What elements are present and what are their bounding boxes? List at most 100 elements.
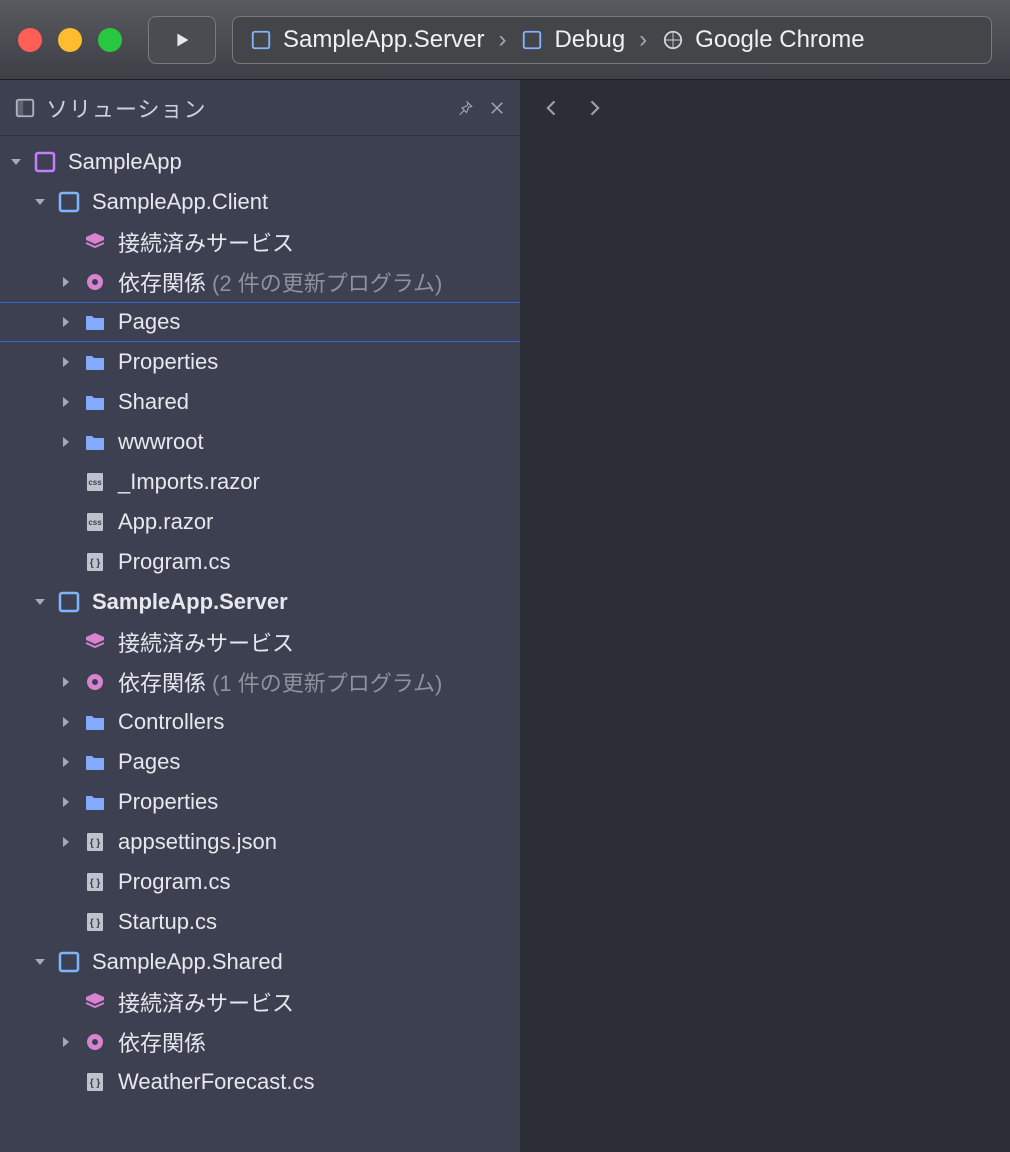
chevron-down-icon[interactable] [30,192,50,212]
nav-forward-icon[interactable] [584,98,604,118]
expander-placeholder [56,472,76,492]
pin-icon[interactable] [456,99,474,117]
css-file-icon: css [82,469,108,495]
dependencies-icon [82,1029,108,1055]
editor-nav [520,80,1010,136]
dependencies-icon [82,669,108,695]
tree-suffix: (2 件の更新プログラム) [212,266,442,298]
folder-node[interactable]: Properties [0,782,520,822]
chevron-right-icon[interactable] [56,752,76,772]
breadcrumb-target: Google Chrome [695,26,864,54]
project-icon [56,949,82,975]
project-node[interactable]: SampleApp.Shared [0,942,520,982]
project-label: SampleApp.Server [92,589,288,615]
folder-icon [82,309,108,335]
folder-node[interactable]: Controllers [0,702,520,742]
folder-icon [82,789,108,815]
config-icon [520,28,544,52]
tree-label: WeatherForecast.cs [118,1069,314,1095]
tree-label: 接続済みサービス [118,626,294,658]
folder-icon [82,709,108,735]
chevron-right-icon[interactable] [56,1032,76,1052]
folder-icon [82,389,108,415]
tree-label: App.razor [118,509,213,535]
chevron-down-icon[interactable] [30,952,50,972]
svg-text:{ }: { } [90,1078,101,1089]
dependencies-node[interactable]: 依存関係 (1 件の更新プログラム) [0,662,520,702]
editor-area [520,80,1010,1152]
close-window-button[interactable] [18,28,42,52]
code-file-icon: { } [82,1069,108,1095]
folder-node[interactable]: Properties [0,342,520,382]
chevron-right-icon[interactable] [56,352,76,372]
file-node[interactable]: { } WeatherForecast.cs [0,1062,520,1102]
project-label: SampleApp.Shared [92,949,283,975]
solution-tree: SampleApp SampleApp.Client 接続済みサービス 依存関係… [0,136,520,1108]
project-node[interactable]: SampleApp.Server [0,582,520,622]
run-button[interactable] [148,16,216,64]
connected-services-icon [82,629,108,655]
svg-text:css: css [88,478,102,487]
project-icon [56,189,82,215]
file-node[interactable]: { } appsettings.json [0,822,520,862]
chevron-right-icon[interactable] [56,392,76,412]
chevron-down-icon[interactable] [6,152,26,172]
folder-node[interactable]: Shared [0,382,520,422]
chevron-right-icon[interactable] [56,312,76,332]
chevron-right-icon[interactable] [56,272,76,292]
svg-text:{ }: { } [90,838,101,849]
tree-label: 接続済みサービス [118,226,294,258]
folder-icon [82,429,108,455]
zoom-window-button[interactable] [98,28,122,52]
dependencies-node[interactable]: 依存関係 [0,1022,520,1062]
breadcrumb-config: Debug [554,26,625,54]
svg-text:css: css [88,518,102,527]
folder-node[interactable]: wwwroot [0,422,520,462]
project-icon [249,28,273,52]
expander-placeholder [56,552,76,572]
run-target-breadcrumb[interactable]: SampleApp.Server › Debug › Google Chrome [232,16,992,64]
tree-label: appsettings.json [118,829,277,855]
tree-label: Properties [118,349,218,375]
tree-label: 接続済みサービス [118,986,294,1018]
dependencies-node[interactable]: 依存関係 (2 件の更新プログラム) [0,262,520,302]
file-node[interactable]: css _Imports.razor [0,462,520,502]
nav-back-icon[interactable] [542,98,562,118]
file-node[interactable]: { } Program.cs [0,542,520,582]
connected-services-node[interactable]: 接続済みサービス [0,222,520,262]
tree-label: Properties [118,789,218,815]
file-node[interactable]: { } Program.cs [0,862,520,902]
chevron-right-icon[interactable] [56,792,76,812]
title-bar: SampleApp.Server › Debug › Google Chrome [0,0,1010,80]
window-controls [18,28,122,52]
chevron-down-icon[interactable] [30,592,50,612]
code-file-icon: { } [82,829,108,855]
tree-label: Program.cs [118,869,230,895]
chevron-right-icon[interactable] [56,432,76,452]
svg-text:{ }: { } [90,878,101,889]
tree-label: 依存関係 [118,266,206,298]
folder-node[interactable]: Pages [0,742,520,782]
code-file-icon: { } [82,909,108,935]
solution-explorer: ソリューション SampleApp SampleApp.Client 接続済み [0,80,520,1152]
connected-services-node[interactable]: 接続済みサービス [0,982,520,1022]
connected-services-icon [82,229,108,255]
css-file-icon: css [82,509,108,535]
chevron-right-icon[interactable] [56,672,76,692]
tree-label: 依存関係 [118,666,206,698]
expander-placeholder [56,912,76,932]
chevron-right-icon[interactable] [56,832,76,852]
minimize-window-button[interactable] [58,28,82,52]
tree-label: Program.cs [118,549,230,575]
project-node[interactable]: SampleApp.Client [0,182,520,222]
connected-services-node[interactable]: 接続済みサービス [0,622,520,662]
folder-node-pages[interactable]: Pages [0,302,520,342]
breadcrumb-sep: › [498,26,506,54]
file-node[interactable]: css App.razor [0,502,520,542]
file-node[interactable]: { } Startup.cs [0,902,520,942]
solution-node[interactable]: SampleApp [0,142,520,182]
close-panel-icon[interactable] [488,99,506,117]
chevron-right-icon[interactable] [56,712,76,732]
tree-label: 依存関係 [118,1026,206,1058]
tree-label: Shared [118,389,189,415]
